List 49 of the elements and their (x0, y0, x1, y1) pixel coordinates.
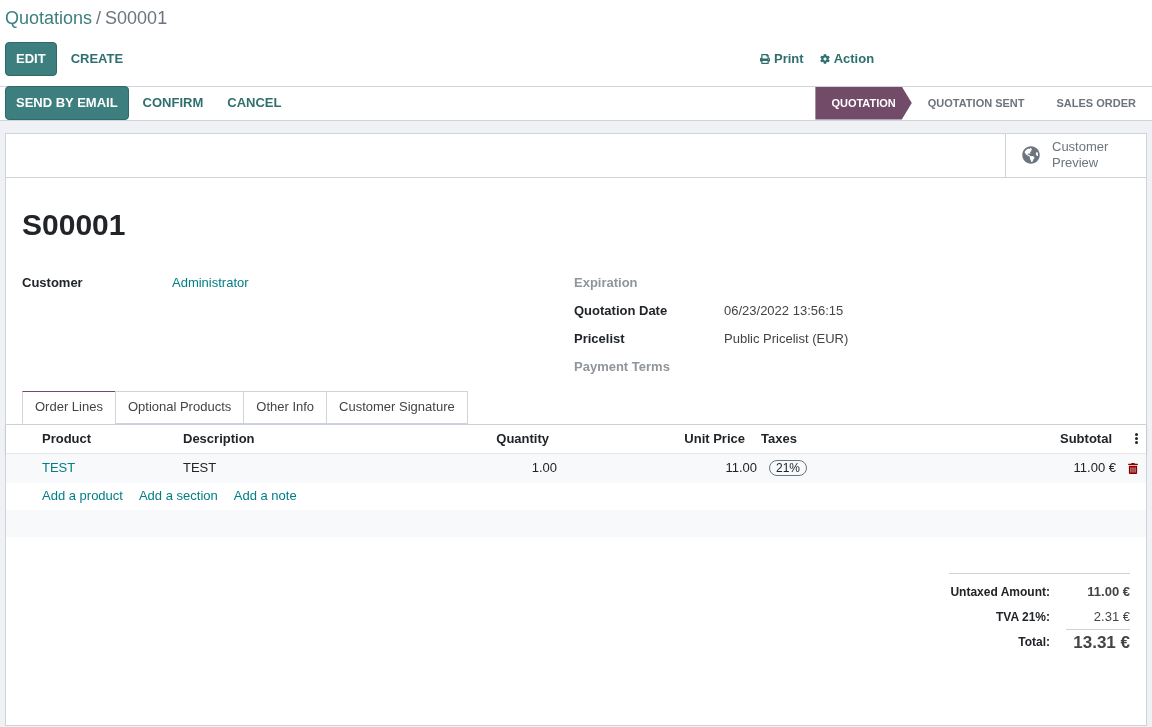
breadcrumb-link[interactable]: Quotations (5, 5, 93, 32)
total-label: TVA 21%: (996, 609, 1050, 626)
action-button[interactable]: Action (819, 49, 875, 69)
field-value: 06/23/2022 13:56:15 (724, 301, 844, 320)
table-cell-text: TEST (183, 459, 218, 478)
field-label: Customer (22, 273, 84, 292)
total-label: Untaxed Amount: (950, 584, 1050, 601)
column-header: Unit Price (683, 429, 746, 448)
column-header: Taxes (761, 429, 798, 448)
column-header: Quantity (495, 429, 550, 448)
column-header: Subtotal (1059, 429, 1113, 448)
printer-icon (760, 53, 770, 64)
customer-preview-button[interactable]: Customer Preview (1005, 133, 1146, 177)
add-line-link[interactable]: Add a note (233, 486, 297, 506)
total-value: 13.31 € (1066, 628, 1130, 656)
table-cell[interactable]: TEST (42, 458, 183, 478)
field-label: Expiration (574, 273, 639, 292)
delete-icon[interactable] (1128, 462, 1138, 474)
field-label: Quotation Date (574, 301, 669, 320)
table-cell-text: 11.00 (724, 459, 758, 478)
column-header: Product (42, 429, 93, 448)
field-label: Payment Terms (574, 357, 671, 376)
field-value: Public Pricelist (EUR) (724, 329, 849, 348)
link-button[interactable]: CREATE (60, 42, 134, 76)
tab[interactable]: Order Lines (22, 390, 116, 424)
globe-icon (1022, 146, 1040, 164)
table-cell-text: 1.00 (530, 459, 557, 478)
tab[interactable]: Customer Signature (326, 390, 468, 424)
status-stage[interactable]: QUOTATION (815, 86, 912, 120)
primary-button[interactable]: SEND BY EMAIL (5, 86, 129, 120)
primary-button[interactable]: EDIT (5, 42, 57, 76)
record-title: S00001 (22, 206, 127, 243)
gear-icon (819, 53, 830, 64)
total-value: 2.31 € (1092, 608, 1130, 627)
breadcrumb-current: S00001 (105, 7, 168, 30)
tab[interactable]: Optional Products (114, 390, 245, 424)
link-button[interactable]: CONFIRM (132, 86, 214, 120)
total-value: 11.00 € (1086, 583, 1130, 602)
add-line-link[interactable]: Add a section (138, 486, 218, 506)
field-value[interactable]: Administrator (172, 272, 249, 293)
column-header: Description (183, 429, 256, 448)
print-button[interactable]: Print (760, 49, 804, 69)
link-button[interactable]: CANCEL (217, 86, 292, 120)
total-label: Total: (1018, 634, 1050, 651)
field-label: Pricelist (574, 329, 626, 348)
tab[interactable]: Other Info (243, 390, 328, 424)
breadcrumb-separator: / (96, 7, 102, 30)
add-line-link[interactable]: Add a product (42, 486, 123, 506)
table-cell-text: 11.00 € (1072, 459, 1116, 478)
